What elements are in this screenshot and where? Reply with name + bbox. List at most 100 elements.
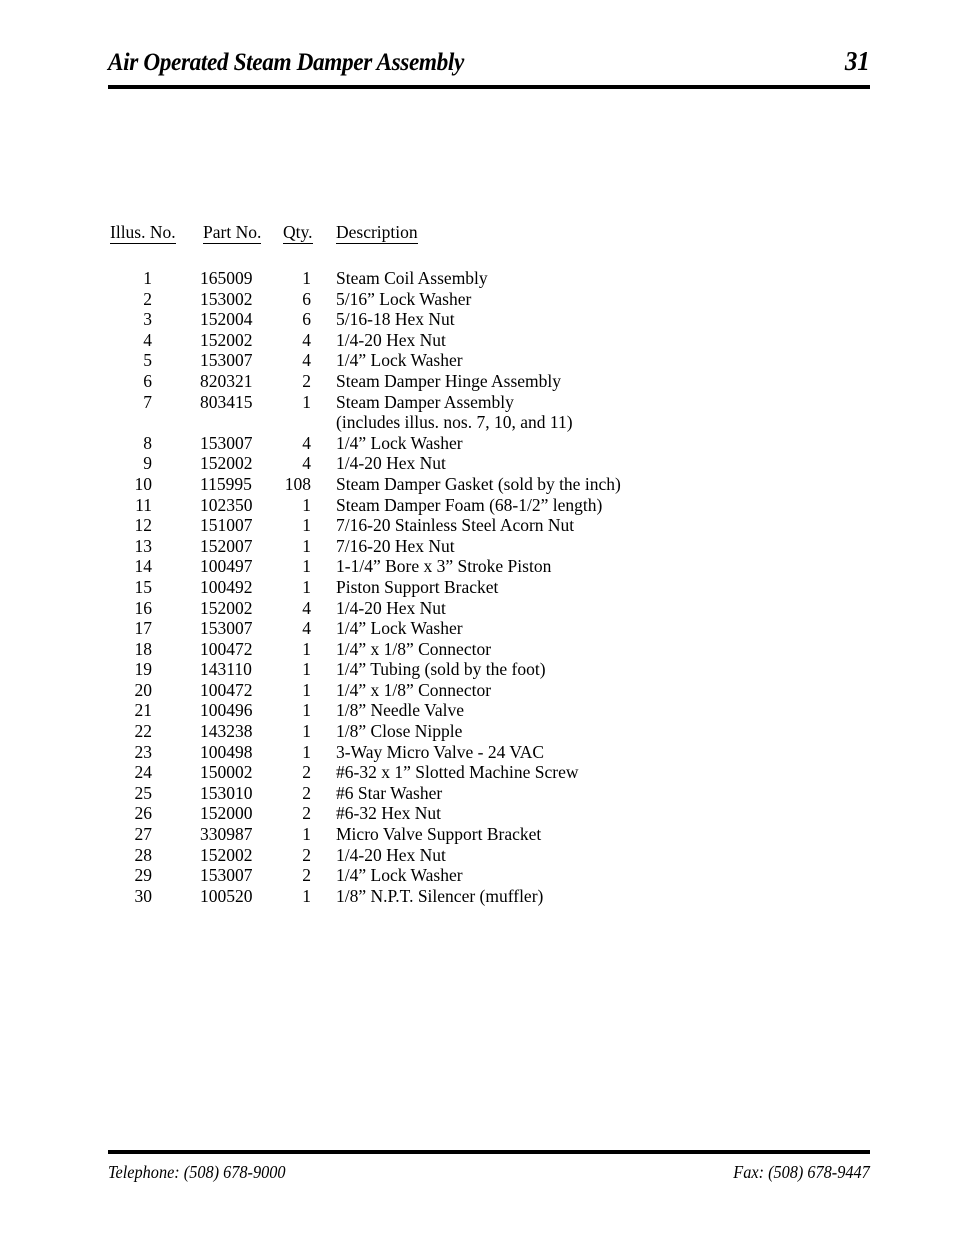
footer-fax: Fax: (508) 678-9447 (733, 1162, 870, 1182)
footer-divider-rule (108, 1150, 870, 1154)
page-title: Air Operated Steam Damper Assembly (108, 49, 464, 76)
cell-illus-no: 21 (134, 700, 153, 721)
cell-qty: 4 (302, 453, 311, 474)
table-row: 30 100520 1 1/8” N.P.T. Silencer (muffler) (0, 886, 954, 907)
table-row: 17 153007 4 1/4” Lock Washer (0, 618, 954, 639)
cell-illus-no: 30 (134, 885, 153, 906)
cell-illus-no: 29 (134, 865, 153, 886)
document-page: Air Operated Steam Damper Assembly 31 Il… (0, 0, 954, 1235)
cell-illus-no: 24 (134, 762, 153, 783)
cell-qty: 4 (302, 329, 311, 350)
cell-description: Steam Damper Assembly (336, 391, 514, 412)
cell-part-no: 152000 (200, 803, 253, 824)
cell-qty: 2 (302, 782, 311, 803)
table-row: 1 165009 1 Steam Coil Assembly (0, 268, 954, 289)
table-row: 21 100496 1 1/8” Needle Valve (0, 700, 954, 721)
cell-description: #6 Star Washer (336, 782, 443, 803)
table-row: 26 152000 2 #6-32 Hex Nut (0, 803, 954, 824)
cell-part-no: 165009 (200, 268, 253, 288)
table-row: 27 330987 1 Micro Valve Support Bracket (0, 824, 954, 845)
cell-qty: 1 (302, 556, 311, 577)
table-row: 11 102350 1 Steam Damper Foam (68-1/2” leng… (0, 495, 954, 516)
cell-qty: 1 (302, 494, 311, 515)
cell-part-no: 153010 (200, 782, 253, 803)
cell-description: 1/4-20 Hex Nut (336, 329, 446, 350)
page-footer: Telephone: (508) 678-9000 Fax: (508) 678… (108, 1162, 870, 1188)
table-row: 16 152002 4 1/4-20 Hex Nut (0, 598, 954, 619)
cell-description: 1/8” Close Nipple (336, 721, 463, 742)
table-row-continuation: (includes illus. nos. 7, 10, and 11) (0, 412, 954, 433)
cell-qty: 1 (302, 741, 311, 762)
cell-illus-no: 13 (134, 535, 153, 556)
cell-illus-no: 6 (143, 370, 152, 391)
cell-qty: 1 (302, 576, 311, 597)
table-row: 9 152002 4 1/4-20 Hex Nut (0, 453, 954, 474)
cell-part-no: 153007 (200, 432, 253, 453)
cell-part-no: 153007 (200, 618, 253, 639)
cell-illus-no: 9 (143, 453, 152, 474)
table-row: 2 153002 6 5/16” Lock Washer (0, 289, 954, 310)
cell-qty: 4 (302, 618, 311, 639)
cell-illus-no: 10 (134, 473, 153, 494)
table-row: 6 820321 2 Steam Damper Hinge Assembly (0, 371, 954, 392)
header-divider-rule (108, 85, 870, 89)
cell-qty: 2 (302, 370, 311, 391)
cell-illus-no: 11 (135, 494, 152, 515)
cell-qty: 4 (302, 432, 311, 453)
cell-part-no: 153007 (200, 350, 253, 371)
cell-qty: 1 (302, 885, 311, 906)
cell-illus-no: 19 (134, 659, 153, 680)
cell-illus-no: 2 (143, 288, 152, 309)
cell-illus-no: 16 (134, 597, 153, 618)
table-row: 5 153007 4 1/4” Lock Washer (0, 350, 954, 371)
cell-qty: 2 (302, 803, 311, 824)
table-row: 19 143110 1 1/4” Tubing (sold by the foot) (0, 659, 954, 680)
table-row: 20 100472 1 1/4” x 1/8” Connector (0, 680, 954, 701)
cell-description: (includes illus. nos. 7, 10, and 11) (336, 412, 573, 433)
table-body: 1 165009 1 Steam Coil Assembly 2 153002 6 5/16”… (0, 268, 954, 906)
cell-description: 1/4” x 1/8” Connector (336, 679, 492, 700)
cell-qty: 2 (302, 844, 311, 865)
cell-part-no: 152007 (200, 535, 253, 556)
cell-illus-no: 5 (143, 350, 152, 371)
cell-part-no: 115995 (200, 473, 252, 494)
cell-part-no: 100472 (200, 638, 253, 659)
cell-part-no: 152002 (200, 329, 253, 350)
cell-description: 1/4” Lock Washer (336, 618, 463, 639)
cell-qty: 2 (302, 865, 311, 886)
cell-description: 1/4” Lock Washer (336, 350, 463, 371)
cell-illus-no: 7 (143, 391, 152, 412)
cell-qty: 6 (302, 309, 311, 330)
cell-description: 7/16-20 Stainless Steel Acorn Nut (336, 515, 575, 536)
table-row: 18 100472 1 1/4” x 1/8” Connector (0, 639, 954, 660)
table-row: 28 152002 2 1/4-20 Hex Nut (0, 845, 954, 866)
cell-part-no: 330987 (200, 824, 253, 845)
cell-illus-no: 12 (134, 515, 153, 536)
cell-qty: 108 (284, 473, 311, 494)
table-row: 4 152002 4 1/4-20 Hex Nut (0, 330, 954, 351)
cell-part-no: 102350 (200, 494, 253, 515)
cell-qty: 6 (302, 288, 311, 309)
cell-part-no: 100520 (200, 885, 253, 906)
page-header: Air Operated Steam Damper Assembly 31 (108, 46, 870, 80)
cell-description: Steam Coil Assembly (336, 268, 488, 288)
column-header-qty: Qty. (283, 222, 313, 244)
cell-description: 1/4-20 Hex Nut (336, 453, 446, 474)
cell-illus-no: 15 (134, 576, 153, 597)
cell-part-no: 803415 (200, 391, 253, 412)
cell-illus-no: 27 (134, 824, 153, 845)
cell-illus-no: 4 (143, 329, 152, 350)
cell-description: 3-Way Micro Valve - 24 VAC (336, 741, 545, 762)
cell-illus-no: 26 (134, 803, 153, 824)
table-row: 7 803415 1 Steam Damper Assembly (0, 392, 954, 413)
cell-qty: 1 (302, 638, 311, 659)
cell-part-no: 152002 (200, 453, 253, 474)
cell-qty: 1 (302, 824, 311, 845)
cell-qty: 1 (302, 700, 311, 721)
cell-qty: 4 (302, 350, 311, 371)
table-row: 23 100498 1 3-Way Micro Valve - 24 VAC (0, 742, 954, 763)
table-row: 22 143238 1 1/8” Close Nipple (0, 721, 954, 742)
cell-part-no: 100492 (200, 576, 253, 597)
cell-description: 1/4-20 Hex Nut (336, 844, 446, 865)
cell-part-no: 143110 (200, 659, 252, 680)
